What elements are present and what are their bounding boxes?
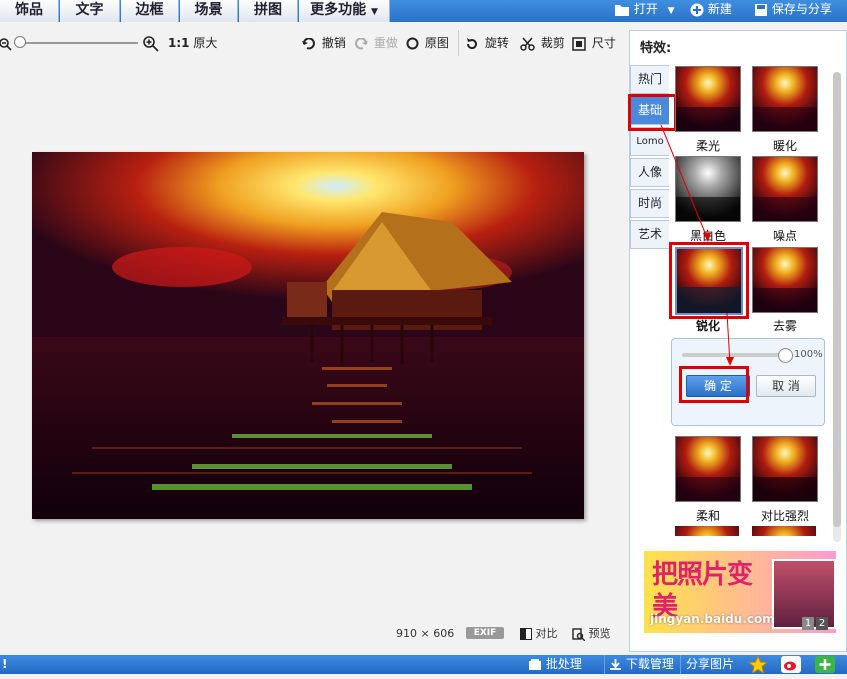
- effect-label-soft: 柔和: [695, 509, 720, 523]
- ad-page-1[interactable]: 1: [802, 617, 814, 630]
- effect-thumb-partial-1[interactable]: [675, 526, 739, 536]
- qzone-star-icon[interactable]: [747, 654, 770, 675]
- add-share-icon[interactable]: [815, 656, 837, 673]
- effect-thumb-partial-2[interactable]: [752, 526, 816, 536]
- status-bar: ! 批处理 下载管理 分享图片: [0, 654, 847, 675]
- weibo-icon[interactable]: [781, 656, 803, 673]
- batch-icon: [529, 659, 541, 670]
- effect-thumb-soft[interactable]: [675, 436, 741, 502]
- download-icon: [610, 659, 621, 670]
- batch-process-button[interactable]: 批处理: [528, 655, 582, 674]
- ad-page-2[interactable]: 2: [816, 617, 828, 630]
- status-left-mark: !: [2, 657, 8, 671]
- effect-thumb-high-contrast[interactable]: [752, 436, 818, 502]
- download-manager-button[interactable]: 下载管理: [604, 655, 674, 674]
- effect-label-high-contrast: 对比强烈: [760, 509, 809, 523]
- watermark: jingyan.baidu.com: [650, 612, 775, 626]
- share-image-label: 分享图片: [680, 655, 734, 674]
